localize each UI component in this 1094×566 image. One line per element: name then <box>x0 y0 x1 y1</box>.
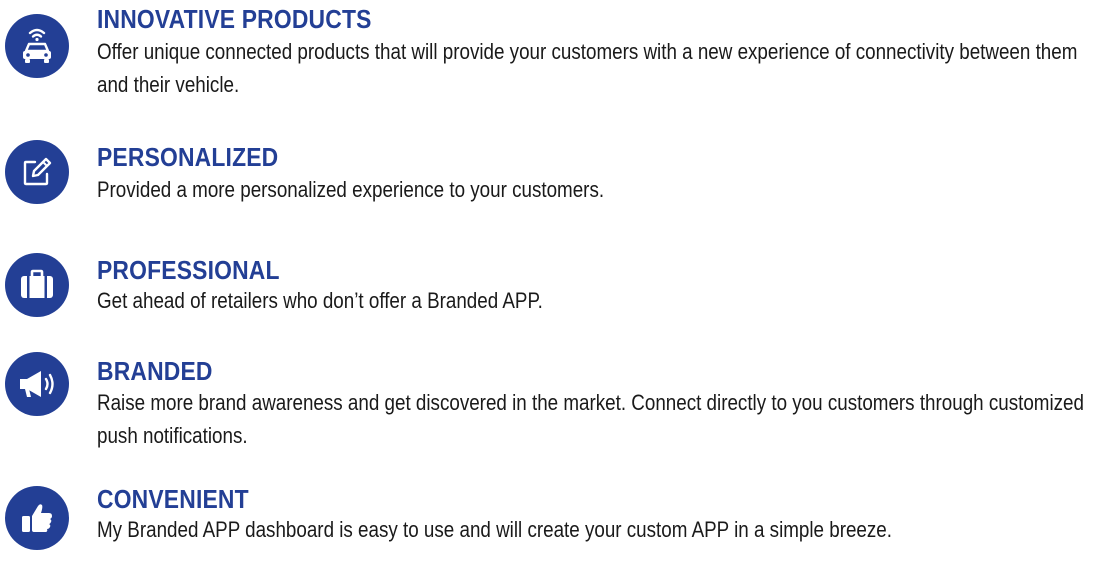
connected-car-icon <box>5 14 69 78</box>
thumbs-up-icon <box>5 486 69 550</box>
feature-title: PROFESSIONAL <box>97 255 280 285</box>
edit-icon <box>5 140 69 204</box>
megaphone-icon <box>5 352 69 416</box>
feature-title: BRANDED <box>97 356 213 386</box>
feature-list: INNOVATIVE PRODUCTS Offer unique connect… <box>0 0 1094 566</box>
briefcase-icon <box>5 253 69 317</box>
feature-description: My Branded APP dashboard is easy to use … <box>97 517 892 542</box>
feature-description: Provided a more personalized experience … <box>97 177 605 202</box>
feature-title: CONVENIENT <box>97 484 249 514</box>
feature-title: PERSONALIZED <box>97 142 279 172</box>
feature-description: Offer unique connected products that wil… <box>97 39 1078 97</box>
feature-title: INNOVATIVE PRODUCTS <box>97 4 372 34</box>
feature-description: Get ahead of retailers who don’t offer a… <box>97 288 543 313</box>
feature-description: Raise more brand awareness and get disco… <box>97 390 1084 448</box>
